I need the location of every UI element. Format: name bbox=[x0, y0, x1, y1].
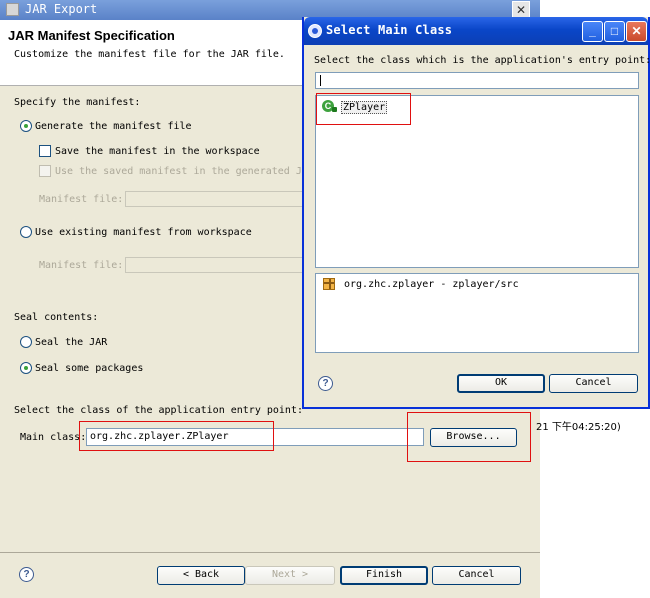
dialog-prompt: Select the class which is the applicatio… bbox=[314, 55, 650, 66]
list-item[interactable]: org.zhc.zplayer - zplayer/src bbox=[323, 277, 623, 293]
manifest-file-label-2: Manifest file: bbox=[39, 260, 124, 271]
help-icon[interactable]: ? bbox=[19, 567, 34, 582]
save-manifest-label: Save the manifest in the workspace bbox=[55, 146, 260, 157]
seal-some-packages-label: Seal some packages bbox=[35, 363, 144, 374]
package-name: org.zhc.zplayer - zplayer/src bbox=[344, 279, 519, 290]
close-icon[interactable]: ✕ bbox=[626, 21, 647, 42]
jar-window-icon bbox=[6, 3, 19, 16]
highlight-box-browse bbox=[407, 412, 531, 462]
specify-manifest-label: Specify the manifest: bbox=[14, 97, 141, 108]
seal-jar-label: Seal the JAR bbox=[35, 337, 108, 348]
maximize-icon[interactable]: □ bbox=[604, 21, 625, 42]
text-cursor bbox=[320, 75, 328, 86]
main-class-label: Main class: bbox=[20, 432, 87, 443]
seal-jar-radio[interactable] bbox=[20, 336, 32, 348]
dialog-title: Select Main Class bbox=[326, 23, 453, 37]
class-filter-input[interactable] bbox=[315, 72, 639, 89]
cancel-button[interactable]: Cancel bbox=[549, 374, 638, 393]
highlight-box-main-class bbox=[79, 421, 274, 451]
generate-manifest-radio[interactable] bbox=[20, 120, 32, 132]
seal-some-packages-radio[interactable] bbox=[20, 362, 32, 374]
button-bar-separator bbox=[0, 552, 540, 553]
eclipse-icon bbox=[308, 24, 322, 38]
entry-point-label: Select the class of the application entr… bbox=[14, 405, 303, 416]
highlight-box-class bbox=[316, 93, 411, 125]
back-button[interactable]: < Back bbox=[157, 566, 245, 585]
finish-button[interactable]: Finish bbox=[340, 566, 428, 585]
manifest-file-field-2 bbox=[125, 257, 325, 273]
cancel-button[interactable]: Cancel bbox=[432, 566, 521, 585]
ok-button[interactable]: OK bbox=[457, 374, 545, 393]
use-saved-manifest-checkbox bbox=[39, 165, 51, 177]
save-manifest-checkbox[interactable] bbox=[39, 145, 51, 157]
background-timestamp: 21 下午04:25:20) bbox=[536, 422, 621, 433]
page-description: Customize the manifest file for the JAR … bbox=[14, 49, 285, 60]
use-existing-manifest-radio[interactable] bbox=[20, 226, 32, 238]
next-button: Next > bbox=[245, 566, 335, 585]
generate-manifest-label: Generate the manifest file bbox=[35, 121, 192, 132]
jar-window-title: JAR Export bbox=[25, 2, 98, 16]
page-title: JAR Manifest Specification bbox=[8, 28, 175, 43]
seal-contents-label: Seal contents: bbox=[14, 312, 99, 323]
package-icon bbox=[323, 278, 335, 290]
manifest-file-label-1: Manifest file: bbox=[39, 194, 124, 205]
use-saved-manifest-label: Use the saved manifest in the generated … bbox=[55, 166, 314, 177]
select-main-class-dialog: Select Main Class _ □ ✕ Select the class… bbox=[302, 17, 650, 409]
package-list[interactable]: org.zhc.zplayer - zplayer/src bbox=[315, 273, 639, 353]
dialog-titlebar[interactable]: Select Main Class _ □ ✕ bbox=[304, 17, 648, 45]
help-icon[interactable]: ? bbox=[318, 376, 333, 391]
manifest-file-field-1 bbox=[125, 191, 325, 207]
use-existing-manifest-label: Use existing manifest from workspace bbox=[35, 227, 252, 238]
minimize-icon[interactable]: _ bbox=[582, 21, 603, 42]
